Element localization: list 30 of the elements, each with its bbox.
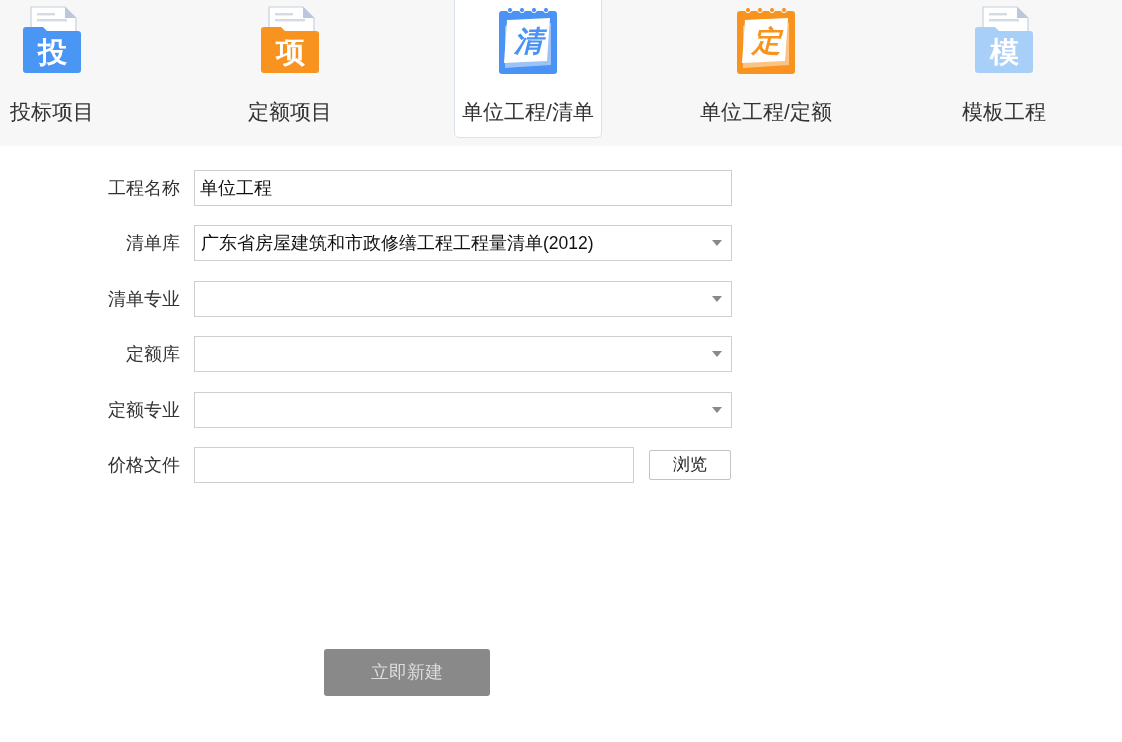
- file-path-field[interactable]: [194, 446, 634, 483]
- field-label: 清单专业: [107, 287, 180, 311]
- project-type-tab[interactable]: 清 单位工程/清单: [454, 0, 602, 138]
- tab-label: 模板工程: [962, 100, 1046, 124]
- project-type-tab[interactable]: 模 模板工程: [930, 0, 1078, 138]
- dropdown-field[interactable]: [194, 280, 732, 317]
- field-label: 定额库: [125, 343, 180, 367]
- dropdown-field[interactable]: [194, 391, 732, 428]
- project-type-tab[interactable]: 投 投标项目: [0, 0, 126, 138]
- field-label: 价格文件: [107, 453, 180, 477]
- caret-icon: [712, 295, 722, 302]
- browse-button[interactable]: 浏览: [649, 449, 731, 480]
- tab-label: 单位工程/清单: [462, 100, 594, 124]
- tab-label: 投标项目: [10, 100, 94, 124]
- dropdown-field[interactable]: [194, 336, 732, 373]
- dropdown-field[interactable]: 广东省房屋建筑和市政修缮工程工程量清单(2012): [194, 225, 732, 262]
- project-type-tab[interactable]: 定 单位工程/定额: [692, 0, 840, 138]
- caret-icon: [712, 406, 722, 413]
- icon-character: 投: [37, 37, 67, 67]
- project-type-tab[interactable]: 项 定额项目: [216, 0, 364, 138]
- caret-icon: [712, 240, 722, 247]
- icon-character: 模: [989, 37, 1019, 67]
- field-label: 工程名称: [107, 177, 180, 200]
- icon-character: 项: [275, 37, 305, 67]
- tab-label: 定额项目: [248, 100, 332, 124]
- field-label: 清单库: [125, 232, 180, 256]
- field-label: 定额专业: [107, 398, 180, 422]
- text-field[interactable]: 单位工程: [194, 170, 732, 206]
- caret-icon: [712, 351, 722, 358]
- tab-label: 单位工程/定额: [700, 100, 832, 124]
